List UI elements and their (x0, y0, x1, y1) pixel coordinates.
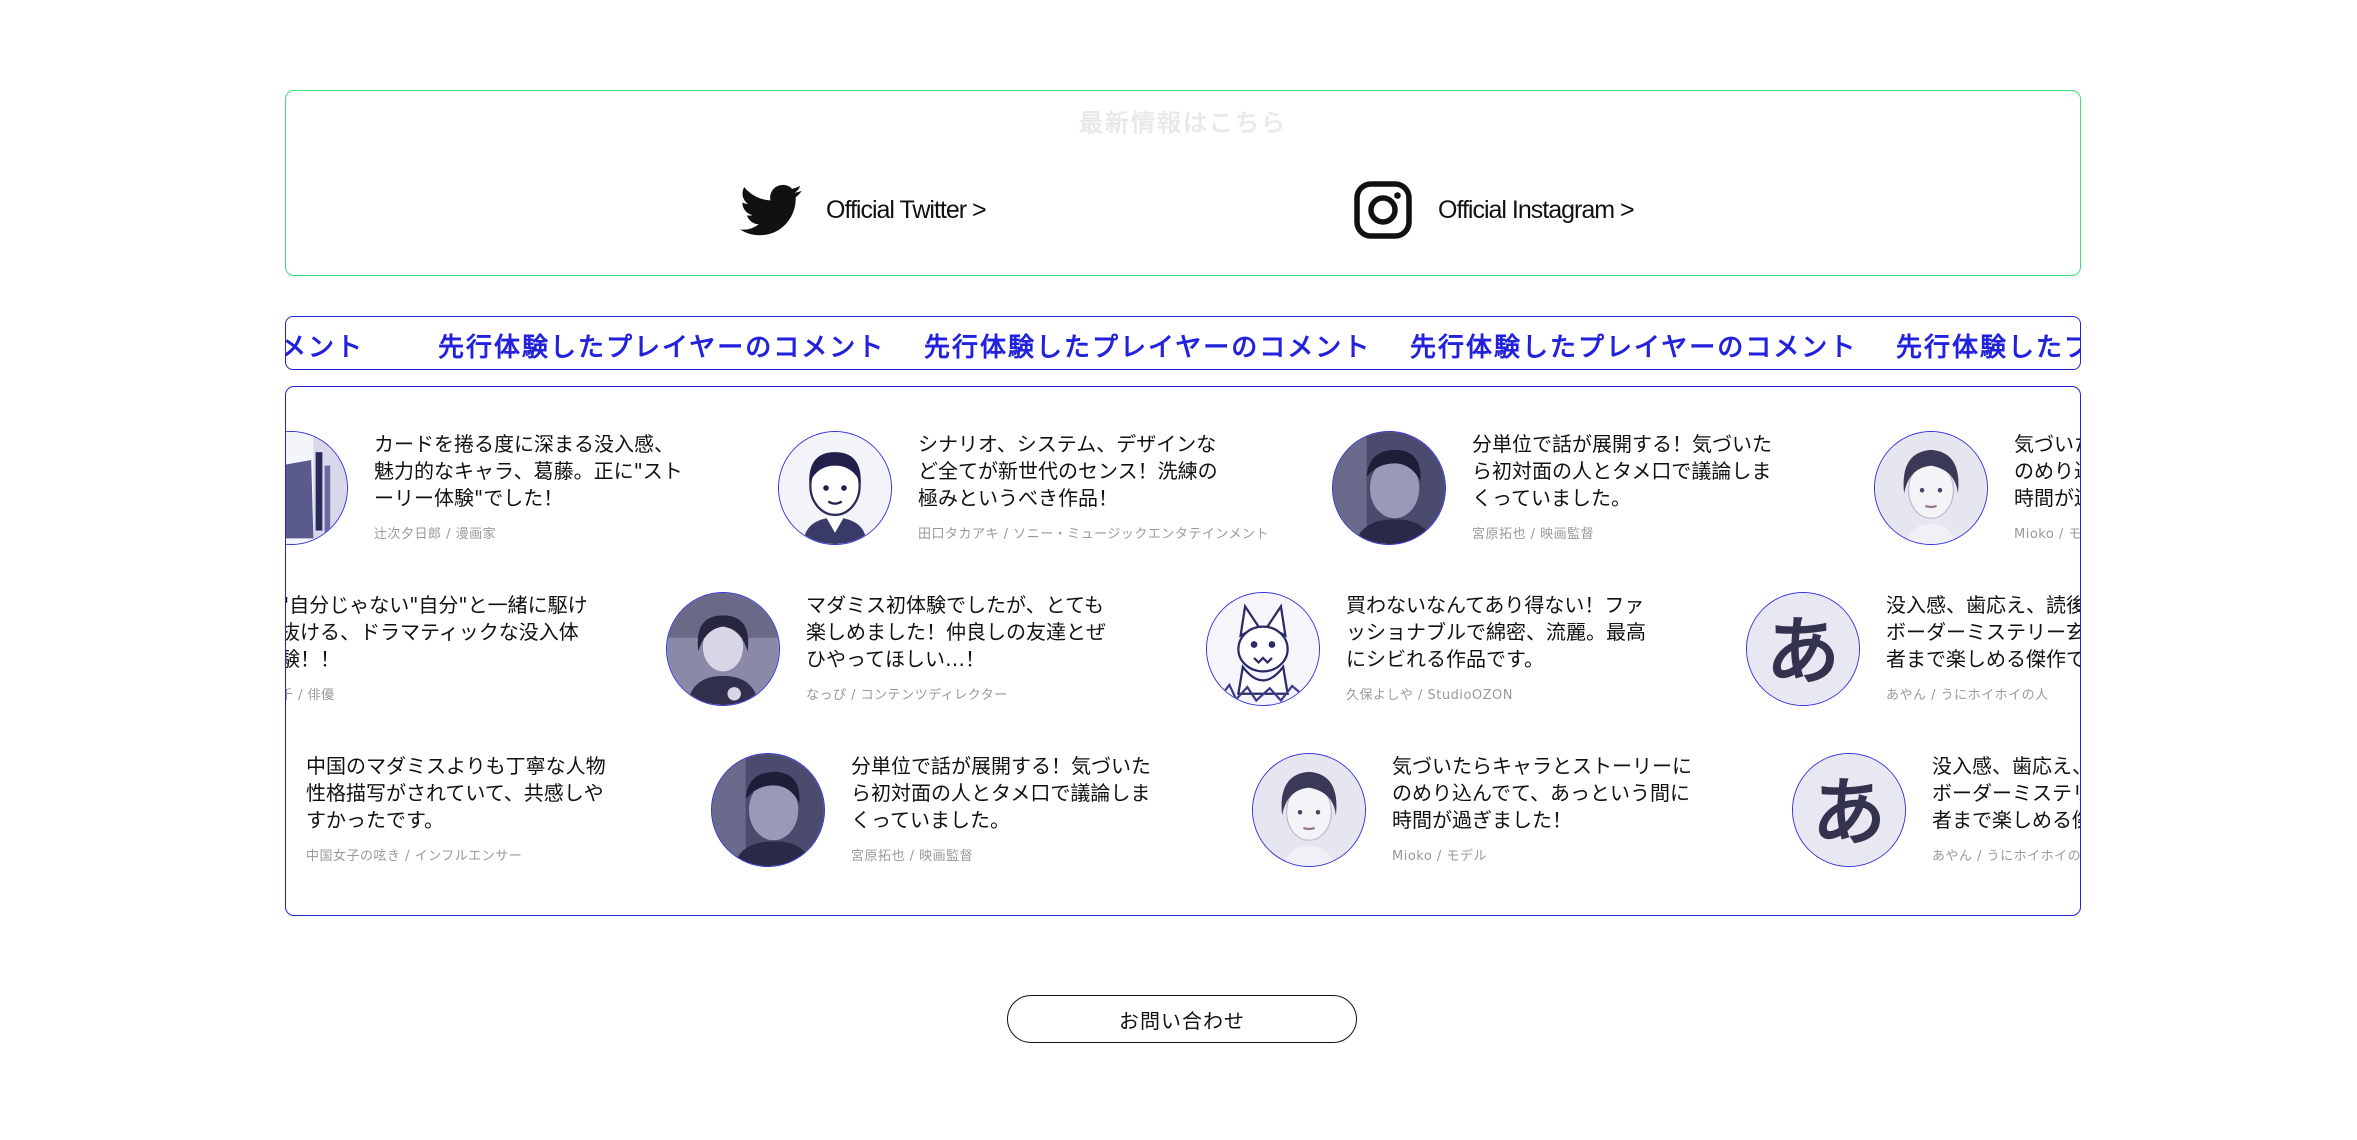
avatar-photo-woman-short-hair (666, 592, 780, 706)
comment-text: 中国のマダミスよりも丁寧な人物性格描写がされていて、共感しやすかったです。 (306, 754, 606, 832)
official-instagram-link[interactable]: Official Instagram > (1352, 179, 1635, 241)
svg-text:あ: あ (1812, 770, 1886, 856)
comment-card: "自分じゃない"自分"と一緒に駆け抜ける、ドラマティックな没入体験！！ 千 / … (285, 592, 700, 712)
comment-author: 宮原拓也 / 映画監督 (1472, 527, 1595, 542)
player-comments-marquee: メント 先行体験したプレイヤーのコメント 先行体験したプレイヤーのコメント 先行… (285, 316, 2081, 370)
comment-author: 久保よしや / StudioOZON (1346, 688, 1514, 703)
comment-text: カードを捲る度に深まる没入感、魅力的なキャラ、葛藤。正に"ストーリー体験"でした… (374, 432, 683, 510)
social-heading: 最新情報はこちら (1079, 109, 1287, 137)
instagram-link-label: Official Instagram > (1438, 195, 1635, 224)
instagram-icon (1352, 179, 1414, 241)
comment-author: 中国女子の呟き / インフルエンサー (306, 849, 523, 864)
comment-author: あやん / うにホイホイの人 (1886, 688, 2049, 703)
comment-card: シナリオ、システム、デザインなど全てが新世代のセンス！洗練の極みというべき作品！… (778, 431, 1338, 551)
comment-text: 没入感、歯応え、読後感が秀逸なボーダーミステリー玄人から初心者まで楽しめる傑作で… (1932, 754, 2080, 832)
comment-card: カードを捲る度に深まる没入感、魅力的なキャラ、葛藤。正に"ストーリー体験"でした… (286, 431, 794, 551)
marquee-text: 先行体験したプレイヤーのコメント (924, 333, 1372, 363)
comment-author: Mioko / モデル (1392, 849, 1487, 864)
avatar-cartoon-man (778, 431, 892, 545)
comment-text: 買わないなんてあり得ない！ファッショナブルで綿密、流麗。最高にシビれる作品です。 (1346, 593, 1646, 671)
marquee-text: 先行体験したプレ (1896, 333, 2080, 363)
marquee-text-fragment: メント (285, 333, 365, 363)
comment-text: 気づいたらキャラとストーリーにのめり込んでて、あっという間に時間が過ぎました！ (2014, 432, 2080, 510)
comment-card: 気づいたらキャラとストーリーにのめり込んでて、あっという間に時間が過ぎました！ … (1874, 431, 2081, 551)
comment-author: あやん / うにホイホイの人 (1932, 849, 2081, 864)
comment-text: "自分じゃない"自分"と一緒に駆け抜ける、ドラマティックな没入体験！！ (285, 593, 588, 671)
twitter-bird-icon (740, 179, 802, 241)
avatar-photo-woman (1252, 753, 1366, 867)
avatar-photo-man (1332, 431, 1446, 545)
avatar-hiragana-a: あ (1746, 592, 1860, 706)
comment-card: マダミス初体験でしたが、とても楽しめました！仲良しの友達とぜひやってほしい…！ … (666, 592, 1226, 712)
marquee-text: 先行体験したプレイヤーのコメント (1410, 333, 1858, 363)
comment-card: あ 没入感、歯応え、読後感が秀逸なボーダーミステリー玄人から初心者まで楽しめる傑… (1792, 753, 2081, 873)
comment-card: 中国のマダミスよりも丁寧な人物性格描写がされていて、共感しやすかったです。 中国… (286, 753, 726, 873)
avatar-photo-woman (1874, 431, 1988, 545)
comment-card: 気づいたらキャラとストーリーにのめり込んでて、あっという間に時間が過ぎました！ … (1252, 753, 1812, 873)
twitter-link-label: Official Twitter > (826, 195, 987, 224)
comment-text: 気づいたらキャラとストーリーにのめり込んでて、あっという間に時間が過ぎました！ (1392, 754, 1692, 832)
comment-text: 分単位で話が展開する！気づいたら初対面の人とタメ口で議論しまくっていました。 (1472, 432, 1772, 510)
comment-author: 千 / 俳優 (285, 688, 335, 703)
comment-author: なっぴ / コンテンツディレクター (806, 688, 1008, 703)
svg-text:あ: あ (1766, 609, 1840, 695)
comment-author: 宮原拓也 / 映画監督 (851, 849, 974, 864)
comment-card: 分単位で話が展開する！気づいたら初対面の人とタメ口で議論しまくっていました。 宮… (711, 753, 1271, 873)
social-links-box: 最新情報はこちら Official Twitter > Official Ins… (285, 90, 2081, 276)
comment-text: シナリオ、システム、デザインなど全てが新世代のセンス！洗練の極みというべき作品！ (918, 432, 1218, 510)
player-comments-carousel: カードを捲る度に深まる没入感、魅力的なキャラ、葛藤。正に"ストーリー体験"でした… (285, 386, 2081, 916)
comment-card: 買わないなんてあり得ない！ファッショナブルで綿密、流麗。最高にシビれる作品です。… (1206, 592, 1766, 712)
comment-text: マダミス初体験でしたが、とても楽しめました！仲良しの友達とぜひやってほしい…！ (806, 593, 1106, 671)
comment-author: 辻次夕日郎 / 漫画家 (374, 527, 497, 542)
comment-author: 田口タカアキ / ソニー・ミュージックエンタテインメント (918, 527, 1269, 542)
avatar-hiragana-a: あ (1792, 753, 1906, 867)
comment-card: あ 没入感、歯応え、読後感が秀逸なボーダーミステリー玄人から初心者まで楽しめる傑… (1746, 592, 2081, 712)
contact-button[interactable]: お問い合わせ (1007, 995, 1357, 1043)
avatar-photo-man (711, 753, 825, 867)
comment-author: Mioko / モデル (2014, 527, 2081, 542)
comment-text: 没入感、歯応え、読後感が秀逸なボーダーミステリー玄人から初心者まで楽しめる傑作で… (1886, 593, 2081, 671)
marquee-text: 先行体験したプレイヤーのコメント (438, 333, 886, 363)
comment-card: 分単位で話が展開する！気づいたら初対面の人とタメ口で議論しまくっていました。 宮… (1332, 431, 1892, 551)
avatar-wolf-illustration (1206, 592, 1320, 706)
avatar-manga-cover (286, 431, 348, 545)
comment-text: 分単位で話が展開する！気づいたら初対面の人とタメ口で議論しまくっていました。 (851, 754, 1151, 832)
official-twitter-link[interactable]: Official Twitter > (740, 179, 987, 241)
